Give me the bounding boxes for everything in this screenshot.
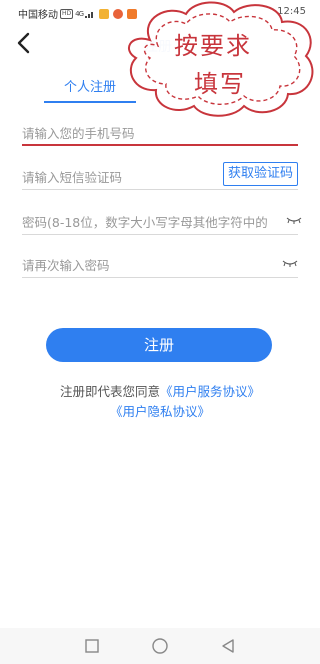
password-underline: [22, 234, 298, 235]
circle-icon[interactable]: [151, 638, 169, 656]
sms-underline: [22, 189, 298, 190]
sms-code-field[interactable]: 请输入短信验证码 获取验证码: [22, 160, 298, 190]
password-placeholder: 密码(8-18位，数字大小写字母其他字符中的: [22, 215, 268, 230]
eye-closed-icon[interactable]: [282, 259, 298, 267]
service-agreement-link[interactable]: 《用户服务协议》: [160, 384, 260, 399]
hd-badge: HD: [60, 8, 74, 19]
eye-closed-icon[interactable]: [286, 216, 302, 224]
annotation-cloud: 按要求 填写: [120, 0, 320, 118]
privacy-agreement-link[interactable]: 《用户隐私协议》: [110, 404, 210, 419]
agreement-text: 注册即代表您同意《用户服务协议》 《用户隐私协议》: [0, 382, 320, 422]
sms-code-placeholder: 请输入短信验证码: [22, 170, 123, 185]
chevron-left-icon: [17, 32, 30, 54]
agreement-line1: 注册即代表您同意《用户服务协议》: [0, 382, 320, 402]
register-button[interactable]: 注册: [46, 328, 272, 362]
get-code-button[interactable]: 获取验证码: [222, 162, 298, 186]
triangle-left-icon[interactable]: [220, 638, 236, 654]
confirm-password-field[interactable]: 请再次输入密码: [22, 248, 298, 278]
annotation-line1: 按要求: [174, 32, 252, 60]
confirm-password-placeholder: 请再次输入密码: [22, 258, 110, 273]
phone-field[interactable]: 请输入您的手机号码: [22, 116, 298, 146]
network-type: 4G: [75, 9, 84, 18]
system-nav-bar: [0, 628, 320, 664]
agreement-prefix: 注册即代表您同意: [59, 384, 160, 399]
confirm-underline: [22, 277, 298, 278]
password-field[interactable]: 密码(8-18位，数字大小写字母其他字符中的: [22, 205, 302, 235]
app-notification-icon: [99, 8, 110, 19]
square-icon[interactable]: [84, 638, 100, 654]
phone-placeholder: 请输入您的手机号码: [22, 126, 135, 141]
carrier-name: 中国移动: [18, 10, 58, 21]
signal-icon: [85, 11, 94, 18]
phone-underline: [22, 144, 298, 146]
annotation-line2: 填写: [194, 70, 246, 98]
agreement-line2: 《用户隐私协议》: [0, 402, 320, 422]
back-button[interactable]: [14, 30, 36, 56]
